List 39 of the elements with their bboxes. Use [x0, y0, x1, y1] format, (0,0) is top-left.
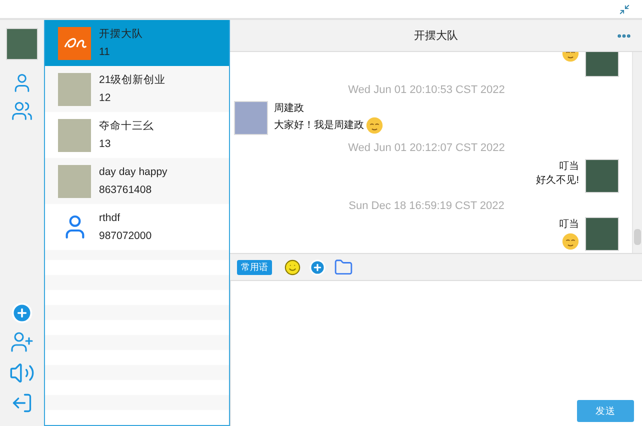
conversation-number: 863761408	[99, 184, 153, 196]
message-timestamp: Sun Dec 18 16:59:19 CST 2022	[348, 199, 504, 213]
scroll-bar[interactable]	[632, 52, 642, 253]
message-text: 好久不见!	[536, 175, 579, 187]
message-timestamp: Wed Jun 01 20:10:53 CST 2022	[348, 83, 505, 97]
add-icon[interactable]	[309, 258, 326, 276]
emoji-icon	[366, 117, 383, 134]
conversation-number: 11	[99, 46, 111, 58]
conversation-item[interactable]: 开摆大队 11	[45, 20, 229, 66]
conversation-number: 12	[99, 92, 112, 104]
photo-placeholder	[58, 118, 91, 152]
smiley-icon[interactable]	[284, 258, 301, 276]
conversation-number: 13	[99, 138, 112, 150]
avatar-image	[234, 101, 268, 135]
conversation-name: rthdf	[99, 212, 122, 224]
sender-name: 叮当	[559, 161, 579, 173]
avatar-image[interactable]	[6, 28, 38, 60]
conversation-name: day day happy	[99, 166, 168, 178]
folder-icon[interactable]	[334, 258, 353, 276]
photo-placeholder	[58, 164, 91, 198]
avatar-image	[585, 159, 619, 193]
sender-name: 周建政	[274, 103, 304, 115]
conversation-name: 开摆大队	[99, 28, 143, 40]
shrink-icon[interactable]	[619, 4, 630, 14]
photo-placeholder	[58, 72, 91, 106]
add-user-icon[interactable]	[10, 330, 34, 354]
group-icon[interactable]	[11, 100, 33, 122]
message-timestamp: Wed Jun 01 20:12:07 CST 2022	[348, 141, 505, 155]
conversation-name: 夺命十三幺	[99, 120, 154, 132]
group-logo	[58, 26, 91, 60]
emoji-icon	[562, 233, 579, 250]
add-icon[interactable]	[11, 302, 33, 324]
exit-icon[interactable]	[11, 392, 33, 414]
conversation-number: 987072000	[99, 230, 152, 242]
conversation-name: 21级创新创业	[99, 74, 166, 86]
sender-name: 叮当	[559, 219, 579, 231]
chat-title: 开摆大队	[414, 29, 458, 43]
avatar-image	[585, 217, 619, 251]
message-text: 大家好！我是周建政	[274, 120, 364, 132]
